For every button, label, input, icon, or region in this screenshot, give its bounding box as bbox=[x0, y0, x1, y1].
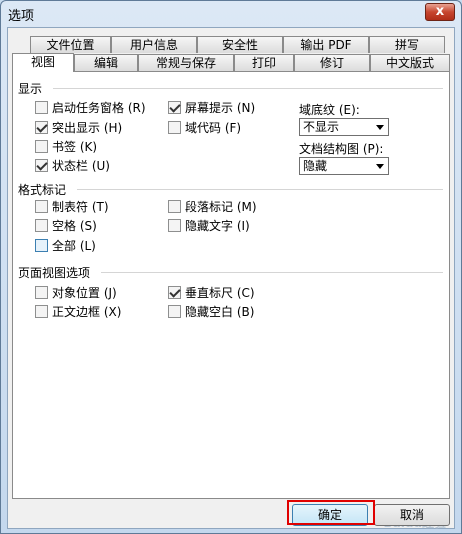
checkbox[interactable] bbox=[35, 219, 48, 232]
divider bbox=[101, 272, 443, 273]
doc-map-label: 文档结构图 (P): bbox=[299, 142, 384, 156]
option-status-bar[interactable]: 状态栏 (U) bbox=[35, 158, 110, 173]
checkbox[interactable] bbox=[168, 219, 181, 232]
annotation-highlight-box bbox=[287, 500, 375, 525]
option-vertical-ruler[interactable]: 垂直标尺 (C) bbox=[168, 285, 255, 300]
tab-user-info[interactable]: 用户信息 bbox=[111, 36, 197, 53]
tab-chinese-layout[interactable]: 中文版式 bbox=[370, 54, 450, 71]
checkbox[interactable] bbox=[168, 286, 181, 299]
option-text-boundaries[interactable]: 正文边框 (X) bbox=[35, 304, 121, 319]
option-startup-task-pane[interactable]: 启动任务窗格 (R) bbox=[35, 100, 146, 115]
tab-file-locations[interactable]: 文件位置 bbox=[30, 36, 111, 53]
divider bbox=[77, 189, 443, 190]
checkbox[interactable] bbox=[168, 101, 181, 114]
option-field-codes[interactable]: 域代码 (F) bbox=[168, 120, 241, 135]
checkbox[interactable] bbox=[35, 305, 48, 318]
window-title: 选项 bbox=[8, 9, 35, 24]
field-shading-select[interactable]: 不显示 bbox=[299, 118, 389, 136]
option-screen-tips[interactable]: 屏幕提示 (N) bbox=[168, 100, 255, 115]
option-tab-chars[interactable]: 制表符 (T) bbox=[35, 199, 109, 214]
tab-export-pdf[interactable]: 输出 PDF bbox=[283, 36, 369, 53]
dialog-client: 文件位置 用户信息 安全性 输出 PDF 拼写 视图 编辑 常规与保存 打印 修… bbox=[7, 27, 455, 530]
option-paragraph-marks[interactable]: 段落标记 (M) bbox=[168, 199, 257, 214]
format-marks-group-title: 格式标记 bbox=[18, 183, 67, 197]
options-dialog: 选项 x 文件位置 用户信息 安全性 输出 PDF 拼写 视图 编辑 常规与保存… bbox=[0, 0, 462, 534]
doc-map-select[interactable]: 隐藏 bbox=[299, 157, 389, 175]
display-group-title: 显示 bbox=[18, 82, 43, 96]
tab-security[interactable]: 安全性 bbox=[197, 36, 283, 53]
cancel-button[interactable]: 取消 bbox=[374, 504, 450, 526]
view-panel: 显示 启动任务窗格 (R) 屏幕提示 (N) 突出显示 (H) 域代码 (F) … bbox=[12, 71, 450, 499]
tab-view[interactable]: 视图 bbox=[12, 53, 74, 72]
tab-revisions[interactable]: 修订 bbox=[294, 54, 370, 71]
tab-general-save[interactable]: 常规与保存 bbox=[138, 54, 234, 71]
tab-print[interactable]: 打印 bbox=[234, 54, 294, 71]
option-bookmarks[interactable]: 书签 (K) bbox=[35, 139, 97, 154]
checkbox[interactable] bbox=[168, 305, 181, 318]
option-hide-whitespace[interactable]: 隐藏空白 (B) bbox=[168, 304, 254, 319]
divider bbox=[53, 88, 443, 89]
tab-spelling[interactable]: 拼写 bbox=[369, 36, 445, 53]
chevron-down-icon bbox=[376, 125, 384, 130]
checkbox[interactable] bbox=[168, 200, 181, 213]
option-highlight[interactable]: 突出显示 (H) bbox=[35, 120, 122, 135]
tab-edit[interactable]: 编辑 bbox=[74, 54, 138, 71]
checkbox[interactable] bbox=[35, 159, 48, 172]
chevron-down-icon bbox=[376, 164, 384, 169]
option-all-marks[interactable]: 全部 (L) bbox=[35, 238, 96, 253]
checkbox[interactable] bbox=[35, 121, 48, 134]
checkbox[interactable] bbox=[35, 200, 48, 213]
checkbox[interactable] bbox=[168, 121, 181, 134]
option-hidden-text[interactable]: 隐藏文字 (I) bbox=[168, 218, 250, 233]
checkbox[interactable] bbox=[35, 286, 48, 299]
field-shading-label: 域底纹 (E): bbox=[299, 103, 360, 117]
close-button[interactable]: x bbox=[425, 3, 455, 21]
checkbox[interactable] bbox=[35, 101, 48, 114]
page-view-group-title: 页面视图选项 bbox=[18, 266, 91, 280]
checkbox[interactable] bbox=[35, 239, 48, 252]
checkbox[interactable] bbox=[35, 140, 48, 153]
option-object-anchors[interactable]: 对象位置 (J) bbox=[35, 285, 117, 300]
option-spaces[interactable]: 空格 (S) bbox=[35, 218, 97, 233]
title-bar[interactable]: 选项 x bbox=[1, 1, 461, 25]
